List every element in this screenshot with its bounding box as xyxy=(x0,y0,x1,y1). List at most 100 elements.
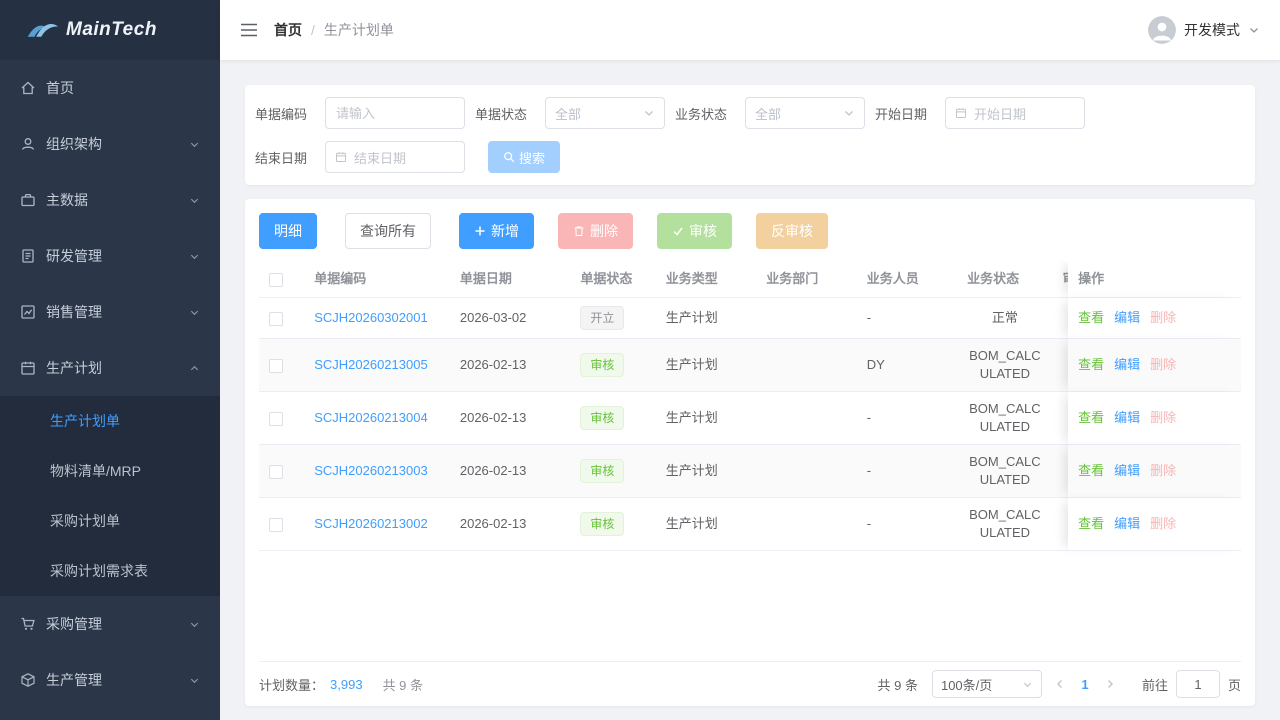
sidebar-item-organization[interactable]: 组织架构 xyxy=(0,116,220,172)
home-icon xyxy=(20,80,36,96)
biz-status-cell: 正常 xyxy=(957,298,1052,339)
sidebar-subitem-label: 物料清单/MRP xyxy=(50,461,141,481)
chart-icon xyxy=(20,304,36,320)
sidebar-item-purchase-mgmt[interactable]: 采购管理 xyxy=(0,596,220,652)
row-checkbox[interactable] xyxy=(269,412,283,426)
doc-code-link[interactable]: SCJH20260213005 xyxy=(314,356,438,374)
column-biz-type: 业务类型 xyxy=(656,261,756,298)
calendar-icon xyxy=(20,360,36,376)
view-link[interactable]: 查看 xyxy=(1078,357,1104,372)
doc-status-select[interactable]: 全部 xyxy=(545,97,665,129)
end-date-picker[interactable]: 结束日期 xyxy=(325,141,465,173)
view-link[interactable]: 查看 xyxy=(1078,463,1104,478)
sidebar-item-rnd[interactable]: 研发管理 xyxy=(0,228,220,284)
biz-person-cell: - xyxy=(857,498,957,551)
doc-code-link[interactable]: SCJH20260302001 xyxy=(314,309,438,327)
sidebar-item-sales[interactable]: 销售管理 xyxy=(0,284,220,340)
prev-page-icon[interactable] xyxy=(1054,678,1066,690)
sidebar-subitem-bom-mrp[interactable]: 物料清单/MRP xyxy=(0,446,220,496)
breadcrumb: 首页/生产计划单 xyxy=(274,20,394,40)
sidebar-subitem-purchase-plan-order[interactable]: 采购计划单 xyxy=(0,496,220,546)
hamburger-menu-icon[interactable] xyxy=(240,22,258,38)
doc-date-cell: 2026-02-13 xyxy=(450,339,571,392)
user-menu[interactable]: 开发模式 xyxy=(1148,16,1260,44)
search-button[interactable]: 搜索 xyxy=(488,141,560,173)
row-checkbox[interactable] xyxy=(269,312,283,326)
view-link[interactable]: 查看 xyxy=(1078,410,1104,425)
sidebar-item-label: 生产管理 xyxy=(46,670,102,690)
column-doc-code: 单据编码 xyxy=(304,261,450,298)
filter-doc-code: 单据编码 xyxy=(255,97,465,129)
unaudit-button[interactable]: 反审核 xyxy=(756,213,828,249)
view-link[interactable]: 查看 xyxy=(1078,310,1104,325)
doc-code-input[interactable] xyxy=(325,97,465,129)
status-badge: 开立 xyxy=(580,306,624,330)
delete-link[interactable]: 删除 xyxy=(1150,516,1176,531)
page-size-select[interactable]: 100条/页 xyxy=(932,670,1042,698)
delete-link[interactable]: 删除 xyxy=(1150,463,1176,478)
edit-link[interactable]: 编辑 xyxy=(1114,410,1140,425)
query-all-button-label: 查询所有 xyxy=(360,221,416,241)
sidebar: MainTech 首页 组织架构 主数据 研发管理 xyxy=(0,0,220,720)
view-link[interactable]: 查看 xyxy=(1078,516,1104,531)
edit-link[interactable]: 编辑 xyxy=(1114,357,1140,372)
audit-button[interactable]: 审核 xyxy=(657,213,732,249)
column-operations: 操作 xyxy=(1068,261,1241,298)
next-page-icon[interactable] xyxy=(1104,678,1116,690)
chevron-up-icon xyxy=(189,363,200,374)
end-date-placeholder: 结束日期 xyxy=(354,148,406,167)
sidebar-menu: 首页 组织架构 主数据 研发管理 销售管理 xyxy=(0,60,220,720)
sidebar-item-home[interactable]: 首页 xyxy=(0,60,220,116)
delete-button[interactable]: 删除 xyxy=(558,213,633,249)
chevron-down-icon xyxy=(189,195,200,206)
doc-status-cell: 审核 xyxy=(570,445,655,498)
sidebar-subitem-label: 采购计划单 xyxy=(50,511,120,531)
row-checkbox[interactable] xyxy=(269,359,283,373)
page-number[interactable]: 1 xyxy=(1078,677,1092,692)
biz-type-cell: 生产计划 xyxy=(656,445,756,498)
box-icon xyxy=(20,672,36,688)
row-checkbox[interactable] xyxy=(269,518,283,532)
delete-link[interactable]: 删除 xyxy=(1150,310,1176,325)
doc-code-link[interactable]: SCJH20260213003 xyxy=(314,462,438,480)
column-doc-status: 单据状态 xyxy=(570,261,655,298)
detail-button[interactable]: 明细 xyxy=(259,213,317,249)
filter-doc-status: 单据状态 全部 xyxy=(475,97,665,129)
doc-code-cell: SCJH20260213004 xyxy=(304,392,450,445)
sidebar-subitem-production-plan-order[interactable]: 生产计划单 xyxy=(0,396,220,446)
doc-code-link[interactable]: SCJH20260213002 xyxy=(314,515,438,533)
calendar-icon xyxy=(335,151,347,163)
delete-link[interactable]: 删除 xyxy=(1150,410,1176,425)
select-all-checkbox[interactable] xyxy=(269,273,283,287)
chevron-down-icon xyxy=(189,139,200,150)
sidebar-item-production-plan[interactable]: 生产计划 xyxy=(0,340,220,396)
sidebar-subitem-label: 生产计划单 xyxy=(50,411,120,431)
sidebar-item-label: 主数据 xyxy=(46,190,88,210)
sidebar-item-master-data[interactable]: 主数据 xyxy=(0,172,220,228)
add-button[interactable]: 新增 xyxy=(459,213,534,249)
query-all-button[interactable]: 查询所有 xyxy=(345,213,431,249)
biz-status-select[interactable]: 全部 xyxy=(745,97,865,129)
breadcrumb-current: 生产计划单 xyxy=(324,22,394,38)
doc-code-link[interactable]: SCJH20260213004 xyxy=(314,409,438,427)
edit-link[interactable]: 编辑 xyxy=(1114,310,1140,325)
delete-link[interactable]: 删除 xyxy=(1150,357,1176,372)
goto-page-input[interactable] xyxy=(1176,670,1220,698)
row-checkbox-cell xyxy=(259,298,304,339)
biz-dept-cell xyxy=(756,339,856,392)
sidebar-item-label: 生产计划 xyxy=(46,358,102,378)
breadcrumb-home[interactable]: 首页 xyxy=(274,22,302,38)
data-table: 单据编码 单据日期 单据状态 业务类型 业务部门 业务人员 业务状态 审核 操作 xyxy=(259,261,1241,551)
edit-link[interactable]: 编辑 xyxy=(1114,463,1140,478)
edit-link[interactable]: 编辑 xyxy=(1114,516,1140,531)
table-row: SCJH20260213002 2026-02-13 审核 生产计划 - BOM… xyxy=(259,498,1241,551)
total-count: 共 9 条 xyxy=(878,675,918,694)
sidebar-subitem-purchase-plan-demand[interactable]: 采购计划需求表 xyxy=(0,546,220,596)
row-checkbox[interactable] xyxy=(269,465,283,479)
doc-status-value: 全部 xyxy=(555,104,581,123)
start-date-picker[interactable]: 开始日期 xyxy=(945,97,1085,129)
sidebar-item-production-mgmt[interactable]: 生产管理 xyxy=(0,652,220,708)
table-row: SCJH20260213005 2026-02-13 审核 生产计划 DY BO… xyxy=(259,339,1241,392)
pagination: 共 9 条 100条/页 1 前往 页 xyxy=(878,670,1242,698)
biz-dept-cell xyxy=(756,498,856,551)
